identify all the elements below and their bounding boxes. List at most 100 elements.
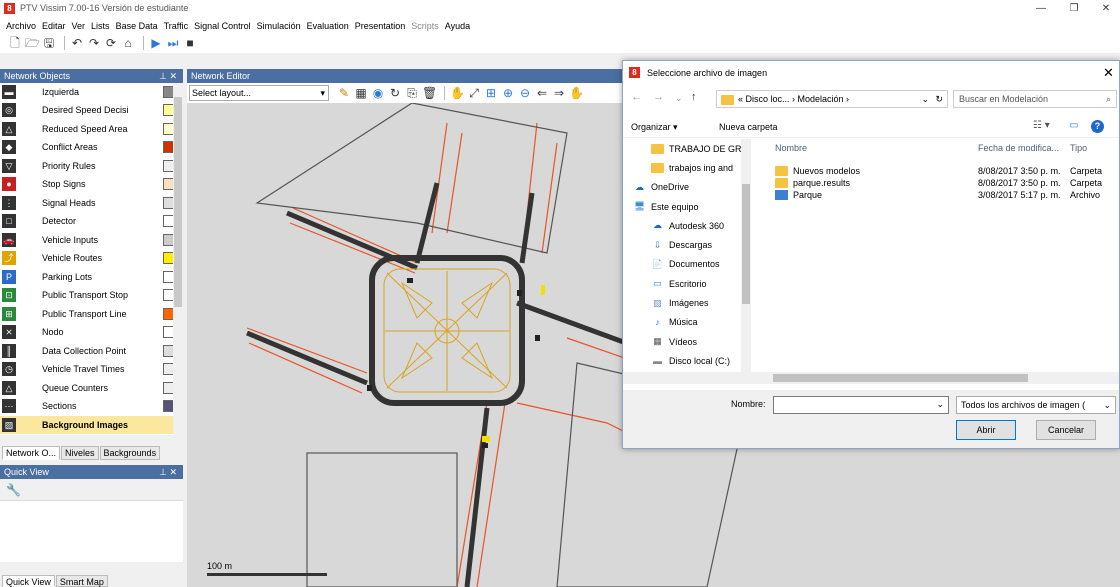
pin-close-icon[interactable]: ⊥ ✕ bbox=[159, 69, 177, 83]
file-row[interactable]: parque.results 8/08/2017 3:50 p. m. Carpet… bbox=[763, 177, 1119, 189]
copy-icon[interactable]: ⎘ bbox=[405, 86, 419, 100]
organize-button[interactable]: Organizar ▾ bbox=[631, 122, 678, 133]
address-path[interactable]: « Disco loc... › Modelación › ⌄ ↻ bbox=[716, 90, 948, 108]
network-object-row[interactable]: ▬ Izquierda bbox=[0, 83, 183, 102]
network-object-row[interactable]: ● Stop Signs bbox=[0, 175, 183, 194]
home-icon[interactable]: ⌂ bbox=[121, 36, 135, 50]
tree-item[interactable]: TRABAJO DE GR bbox=[623, 139, 741, 158]
tree-item[interactable]: ☁ OneDrive bbox=[623, 178, 741, 197]
objects-scrollbar[interactable] bbox=[173, 83, 183, 444]
menu-simulacion[interactable]: Simulación bbox=[257, 21, 301, 31]
tree-item[interactable]: 📄 Documentos bbox=[623, 255, 741, 274]
file-name-input[interactable]: ⌄ bbox=[773, 396, 949, 414]
zoom-out-icon[interactable]: ⊖ bbox=[518, 86, 532, 100]
preview-pane-icon[interactable]: ▭ bbox=[1069, 120, 1078, 131]
network-object-row[interactable]: 🚗 Vehicle Inputs bbox=[0, 231, 183, 250]
network-object-row[interactable]: ⊡ Public Transport Stop bbox=[0, 286, 183, 305]
pan-hand-icon[interactable]: ✋ bbox=[450, 86, 465, 100]
menu-lists[interactable]: Lists bbox=[91, 21, 110, 31]
network-object-row[interactable]: ◎ Desired Speed Decisi bbox=[0, 101, 183, 120]
delete-icon[interactable]: 🗑 bbox=[422, 86, 437, 100]
chevron-down-icon[interactable]: ⌄ bbox=[921, 91, 929, 107]
tree-scrollbar[interactable] bbox=[741, 139, 751, 384]
up-arrow-icon[interactable]: ↑ bbox=[691, 91, 697, 103]
tab-smart-map[interactable]: Smart Map bbox=[55, 575, 108, 587]
network-object-row[interactable]: ◆ Conflict Areas bbox=[0, 138, 183, 157]
scroll-thumb[interactable] bbox=[773, 374, 1028, 382]
menu-signal-control[interactable]: Signal Control bbox=[194, 21, 251, 31]
layout-select[interactable]: Select layout... bbox=[189, 85, 329, 101]
zoom-in-icon[interactable]: ⊕ bbox=[501, 86, 515, 100]
refresh-icon[interactable]: ⟳ bbox=[104, 36, 118, 50]
tree-item[interactable]: ▦ Vídeos bbox=[623, 332, 741, 351]
tree-item[interactable]: ▨ Imágenes bbox=[623, 293, 741, 312]
menu-evaluation[interactable]: Evaluation bbox=[307, 21, 349, 31]
rotate-icon[interactable]: ↻ bbox=[388, 86, 402, 100]
play-icon[interactable]: ▶ bbox=[149, 36, 163, 50]
network-object-row[interactable]: ⤴ Vehicle Routes bbox=[0, 249, 183, 268]
minimize-button[interactable]: — bbox=[1030, 1, 1052, 17]
column-nombre[interactable]: Nombre bbox=[763, 143, 978, 153]
open-folder-icon[interactable]: 🗁 bbox=[25, 36, 40, 50]
network-object-row[interactable]: ⊞ Public Transport Line bbox=[0, 305, 183, 324]
save-icon[interactable]: 🖫 bbox=[42, 36, 56, 50]
network-object-row[interactable]: ▽ Priority Rules bbox=[0, 157, 183, 176]
network-object-row[interactable]: ⨯ Nodo bbox=[0, 323, 183, 342]
maximize-button[interactable]: ❐ bbox=[1063, 1, 1085, 17]
hand-icon[interactable]: ✋ bbox=[569, 86, 584, 100]
menu-archivo[interactable]: Archivo bbox=[6, 21, 36, 31]
forward-arrow-icon[interactable]: ⇒ bbox=[552, 86, 566, 100]
tab-quick-view[interactable]: Quick View bbox=[2, 575, 55, 587]
wrench-icon[interactable]: 🔧 bbox=[6, 483, 21, 497]
cancel-button[interactable]: Cancelar bbox=[1036, 420, 1096, 440]
new-file-icon[interactable]: 🗋 bbox=[8, 36, 22, 50]
pin-close-icon[interactable]: ⊥ ✕ bbox=[159, 465, 177, 479]
help-icon[interactable]: ? bbox=[1091, 120, 1104, 133]
zoom-extent-icon[interactable]: ⤢ bbox=[467, 86, 481, 100]
tree-item[interactable]: ⇩ Descargas bbox=[623, 235, 741, 254]
scroll-thumb[interactable] bbox=[742, 184, 750, 304]
file-row[interactable]: Parque 3/08/2017 5:17 p. m. Archivo bbox=[763, 189, 1119, 201]
menu-ayuda[interactable]: Ayuda bbox=[445, 21, 470, 31]
search-input[interactable]: Buscar en Modelación ⌕ bbox=[953, 90, 1117, 108]
tree-item[interactable]: ▬ Disco local (C:) bbox=[623, 351, 741, 370]
back-arrow-icon[interactable]: ← bbox=[631, 91, 642, 103]
view-options-icon[interactable]: ☷ ▾ bbox=[1033, 120, 1050, 131]
stop-icon[interactable]: ■ bbox=[183, 36, 197, 50]
new-folder-button[interactable]: Nueva carpeta bbox=[719, 122, 778, 132]
forward-arrow-icon[interactable]: → bbox=[653, 91, 664, 103]
tab-network-objects[interactable]: Network O... bbox=[2, 446, 61, 460]
network-object-row[interactable]: ⋯ Sections bbox=[0, 397, 183, 416]
network-object-row[interactable]: △ Reduced Speed Area bbox=[0, 120, 183, 139]
horizontal-scrollbar[interactable] bbox=[623, 372, 1119, 384]
back-arrow-icon[interactable]: ⇐ bbox=[535, 86, 549, 100]
undo-icon[interactable]: ↶ bbox=[70, 36, 84, 50]
tree-item[interactable]: ☁ Autodesk 360 bbox=[623, 216, 741, 235]
globe-icon[interactable]: ◉ bbox=[371, 86, 385, 100]
tree-item[interactable]: 🖥 Este equipo bbox=[623, 197, 741, 216]
dialog-close-icon[interactable]: ✕ bbox=[1103, 65, 1114, 81]
scroll-thumb[interactable] bbox=[174, 97, 182, 307]
edit-tool-icon[interactable]: ✎ bbox=[337, 86, 351, 100]
open-button[interactable]: Abrir bbox=[956, 420, 1016, 440]
network-object-row[interactable]: ◷ Vehicle Travel Times bbox=[0, 360, 183, 379]
chevron-down-icon[interactable]: ⌄ bbox=[936, 399, 944, 410]
network-object-row[interactable]: △ Queue Counters bbox=[0, 379, 183, 398]
grid-icon[interactable]: ▦ bbox=[354, 86, 368, 100]
chevron-down-icon[interactable]: ⌄ bbox=[1103, 397, 1111, 413]
network-object-row[interactable]: ║ Data Collection Point bbox=[0, 342, 183, 361]
tree-item[interactable]: ♪ Música bbox=[623, 313, 741, 332]
redo-icon[interactable]: ↷ bbox=[87, 36, 101, 50]
menu-ver[interactable]: Ver bbox=[72, 21, 86, 31]
refresh-icon[interactable]: ↻ bbox=[935, 91, 943, 107]
menu-traffic[interactable]: Traffic bbox=[164, 21, 189, 31]
file-type-select[interactable]: Todos los archivos de imagen ( ⌄ bbox=[956, 396, 1116, 414]
column-fecha[interactable]: Fecha de modifica... bbox=[978, 143, 1070, 153]
zoom-box-icon[interactable]: ⊞ bbox=[484, 86, 498, 100]
recent-chevron-icon[interactable]: ⌄ bbox=[675, 93, 683, 104]
close-window-button[interactable]: ✕ bbox=[1095, 1, 1117, 17]
step-icon[interactable]: ⏭ bbox=[166, 36, 180, 50]
tree-item[interactable]: ▭ Escritorio bbox=[623, 274, 741, 293]
tree-item[interactable]: trabajos ing and bbox=[623, 158, 741, 177]
tab-niveles[interactable]: Niveles bbox=[61, 446, 99, 460]
